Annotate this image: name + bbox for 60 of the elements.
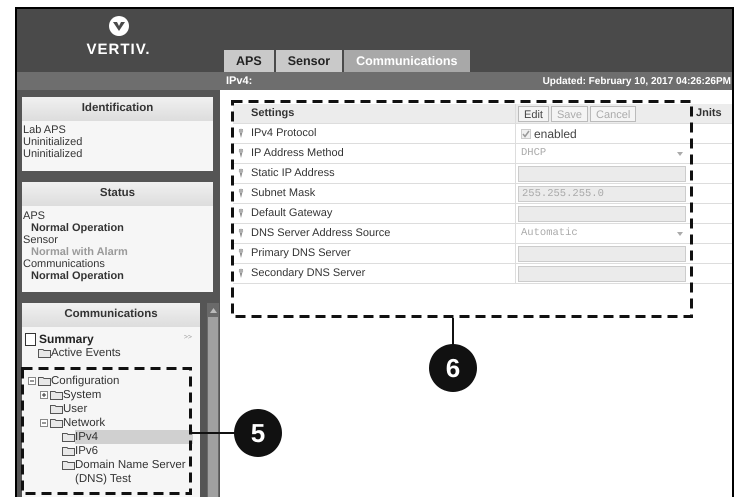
- setting-label: Subnet Mask: [248, 184, 515, 204]
- header-cell: [233, 104, 248, 124]
- tree-item[interactable]: Domain Name Server (DNS) Test: [75, 458, 193, 486]
- leader-line: [452, 318, 454, 346]
- panel-title: Identification: [82, 101, 154, 116]
- column-header: Jnits: [688, 104, 732, 124]
- tree-item[interactable]: User: [63, 402, 181, 416]
- status-name: Communications: [23, 258, 106, 270]
- checkbox[interactable]: [521, 128, 531, 138]
- status-state: Normal Operation: [30, 270, 125, 282]
- dropdown-icon: [677, 152, 683, 156]
- checkbox-label: enabled: [534, 126, 577, 142]
- tab[interactable]: Sensor: [276, 50, 342, 72]
- toolbar-button[interactable]: Edit: [518, 106, 549, 122]
- page-title: IPv4:: [226, 74, 252, 89]
- scrollbar-thumb[interactable]: [208, 317, 218, 497]
- updated-text: Updated: February 10, 2017 04:26:26PM: [542, 74, 731, 88]
- tree-item[interactable]: Summary: [39, 332, 157, 346]
- panel-title: Status: [100, 186, 136, 202]
- tree-item[interactable]: System: [63, 388, 181, 402]
- folder-icon: [62, 432, 75, 442]
- setting-label: Secondary DNS Server: [248, 264, 515, 284]
- identification-text: Lab APS: [23, 124, 67, 136]
- scroll-up-icon[interactable]: [210, 308, 216, 313]
- tab[interactable]: APS: [224, 50, 274, 72]
- status-state: Normal with Alarm: [30, 246, 129, 258]
- tree-item[interactable]: Active Events: [51, 346, 169, 360]
- folder-icon: [50, 404, 63, 414]
- logo-icon: [108, 16, 128, 36]
- folder-icon: [50, 390, 63, 400]
- setting-label: DNS Server Address Source: [248, 224, 515, 244]
- identification-text: Uninitialized: [23, 136, 84, 148]
- panel-title: Communications: [64, 307, 158, 322]
- dropdown-icon: [677, 232, 683, 236]
- setting-label: Static IP Address: [248, 164, 515, 184]
- setting-label: Primary DNS Server: [248, 244, 515, 264]
- expand-icon[interactable]: [40, 391, 48, 399]
- folder-icon: [38, 348, 51, 358]
- folder-icon: [50, 418, 63, 428]
- tree-item[interactable]: IPv6: [75, 444, 193, 458]
- setting-label: Default Gateway: [248, 204, 515, 224]
- column-header: Settings: [248, 104, 515, 124]
- folder-icon: [38, 376, 51, 386]
- collapse-icon[interactable]: [28, 377, 36, 385]
- collapse-icon[interactable]: [40, 419, 48, 427]
- logo-text: VERTIV.: [86, 40, 150, 60]
- tree-item[interactable]: Configuration: [51, 374, 169, 388]
- status-state: Normal Operation: [30, 222, 125, 234]
- leader-line: [192, 432, 235, 434]
- scrollbar[interactable]: [207, 303, 219, 497]
- folder-icon: [62, 460, 75, 470]
- folder-icon: [62, 446, 75, 456]
- setting-label: IP Address Method: [248, 144, 515, 164]
- tree-item[interactable]: IPv4: [75, 430, 193, 444]
- page-icon: [25, 332, 36, 346]
- status-name: APS: [23, 210, 46, 222]
- identification-text: Uninitialized: [23, 148, 84, 160]
- setting-label: IPv4 Protocol: [248, 124, 515, 144]
- tree-item[interactable]: Network: [63, 416, 181, 430]
- status-name: Sensor: [23, 234, 59, 246]
